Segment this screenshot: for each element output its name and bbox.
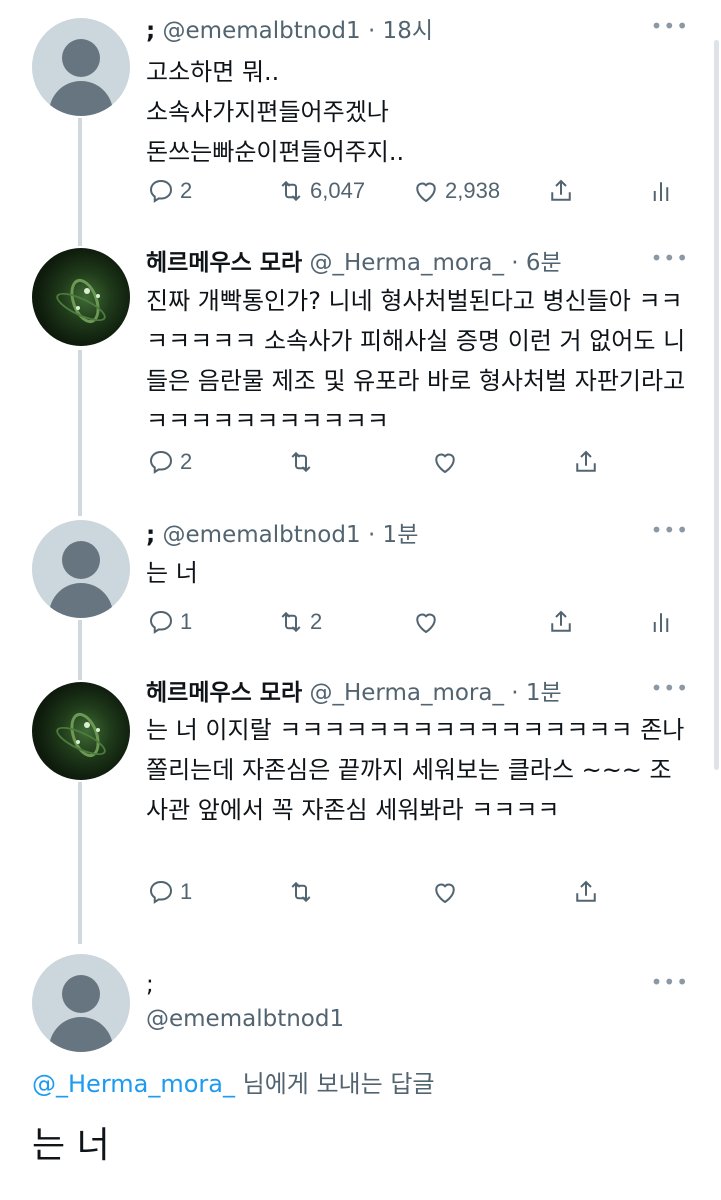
reply-to-label: 님에게 보내는 답글 [234, 1070, 435, 1098]
tweet[interactable]: ; @ememalbtnod1 · 1분 ••• 는 너 1 2 [0, 510, 721, 680]
display-name[interactable]: ; [146, 18, 155, 44]
reply-count: 1 [180, 609, 193, 634]
user-handle[interactable]: @ememalbtnod1 [163, 522, 361, 548]
retweet-icon [291, 881, 311, 903]
reply-to-mention[interactable]: @_Herma_mora_ [32, 1070, 235, 1098]
like-button[interactable] [430, 876, 460, 908]
tweet-text: 는 너 [146, 559, 198, 587]
more-icon[interactable]: ••• [651, 676, 689, 700]
action-bar: 1 2 [146, 606, 691, 638]
tweet-text: 고소하면 뭐.. 소속사가지편들어주겠나 돈쓰는빠순이편들어주지.. [146, 58, 405, 166]
reply-button[interactable]: 1 [146, 606, 192, 638]
heart-icon [416, 182, 436, 203]
reply-icon [149, 880, 173, 904]
user-handle[interactable]: @ememalbtnod1 [163, 18, 361, 44]
share-icon [576, 880, 596, 902]
timestamp[interactable]: · 1분 [368, 522, 418, 548]
dark-tentacle-avatar[interactable] [32, 248, 130, 346]
share-button[interactable] [571, 876, 601, 908]
timestamp[interactable]: · 1분 [511, 680, 561, 706]
like-button[interactable] [430, 446, 460, 478]
default-avatar[interactable] [32, 954, 130, 1052]
like-button[interactable] [411, 606, 441, 638]
tweet[interactable]: ; @ememalbtnod1 · 18시 ••• 고소하면 뭐.. 소속사가지… [0, 0, 721, 240]
display-name[interactable]: ; [146, 970, 154, 1000]
retweet-icon [291, 451, 311, 473]
share-icon [551, 610, 571, 632]
analytics-icon [653, 613, 669, 632]
display-name[interactable]: 헤르메우스 모라 [146, 680, 302, 706]
retweet-icon [281, 611, 301, 633]
tweet-text: 진짜 개빡통인가? 니네 형사처벌된다고 병신들아 ㅋㅋㅋㅋㅋㅋㅋ 소속사가 피… [146, 287, 693, 435]
reply-button[interactable]: 1 [146, 876, 192, 908]
user-handle[interactable]: @_Herma_mora_ [309, 250, 504, 276]
default-avatar[interactable] [32, 520, 130, 618]
reply-button[interactable]: 2 [146, 175, 192, 207]
reply-icon [149, 450, 173, 474]
retweet-count: 6,047 [310, 178, 366, 203]
heart-icon [416, 613, 436, 634]
user-handle[interactable]: @_Herma_mora_ [309, 680, 504, 706]
focused-tweet-text: 는 너 [32, 1125, 110, 1166]
timestamp[interactable]: · 18시 [368, 18, 433, 44]
reply-icon [149, 610, 173, 634]
more-icon[interactable]: ••• [651, 246, 689, 270]
tweet-text: 는 너 이지랄 ㅋㅋㅋㅋㅋㅋㅋㅋㅋㅋㅋㅋㅋㅋㅋㅋ 존나 쫄리는데 자존심은 끝까… [146, 716, 692, 824]
tweet-header: ; @ememalbtnod1 · 1분 [146, 520, 418, 550]
more-icon[interactable]: ••• [651, 970, 689, 994]
like-count: 2,938 [445, 178, 501, 203]
share-icon [576, 450, 596, 472]
analytics-button[interactable] [646, 175, 676, 207]
reply-count: 2 [180, 449, 193, 474]
heart-icon [435, 883, 455, 904]
share-icon [551, 179, 571, 201]
reply-count: 1 [180, 879, 193, 904]
retweet-icon [281, 180, 301, 202]
action-bar: 2 6,047 2,938 [146, 175, 691, 207]
reply-button[interactable]: 2 [146, 446, 192, 478]
tweet[interactable]: 헤르메우스 모라 @_Herma_mora_ · 1분 ••• 는 너 이지랄 … [0, 672, 721, 944]
retweet-button[interactable] [286, 446, 316, 478]
retweet-count: 2 [310, 609, 323, 634]
more-icon[interactable]: ••• [651, 14, 689, 38]
tweet-header: 헤르메우스 모라 @_Herma_mora_ · 6분 [146, 248, 562, 278]
retweet-button[interactable] [286, 876, 316, 908]
tweet-header: 헤르메우스 모라 @_Herma_mora_ · 1분 [146, 678, 562, 708]
retweet-button[interactable]: 2 [276, 606, 322, 638]
tweet[interactable]: 헤르메우스 모라 @_Herma_mora_ · 6분 ••• 진짜 개빡통인가… [0, 240, 721, 510]
reply-icon [149, 179, 173, 203]
reply-count: 2 [180, 178, 193, 203]
tweet-header: ; @ememalbtnod1 · 18시 [146, 16, 433, 46]
more-icon[interactable]: ••• [651, 518, 689, 542]
dark-tentacle-avatar[interactable] [32, 682, 130, 780]
display-name[interactable]: ; [146, 522, 155, 548]
action-bar: 1 [146, 876, 691, 908]
timestamp[interactable]: · 6분 [511, 250, 561, 276]
reply-context: @_Herma_mora_ 님에게 보내는 답글 [32, 1064, 435, 1099]
heart-icon [435, 453, 455, 474]
share-button[interactable] [546, 606, 576, 638]
like-button[interactable]: 2,938 [411, 175, 500, 207]
display-name[interactable]: 헤르메우스 모라 [146, 250, 302, 276]
analytics-button[interactable] [646, 606, 676, 638]
share-button[interactable] [546, 175, 576, 207]
retweet-button[interactable]: 6,047 [276, 175, 365, 207]
action-bar: 2 [146, 446, 691, 478]
default-avatar[interactable] [32, 18, 130, 116]
user-handle[interactable]: @ememalbtnod1 [146, 1004, 344, 1034]
share-button[interactable] [571, 446, 601, 478]
analytics-icon [653, 182, 669, 201]
